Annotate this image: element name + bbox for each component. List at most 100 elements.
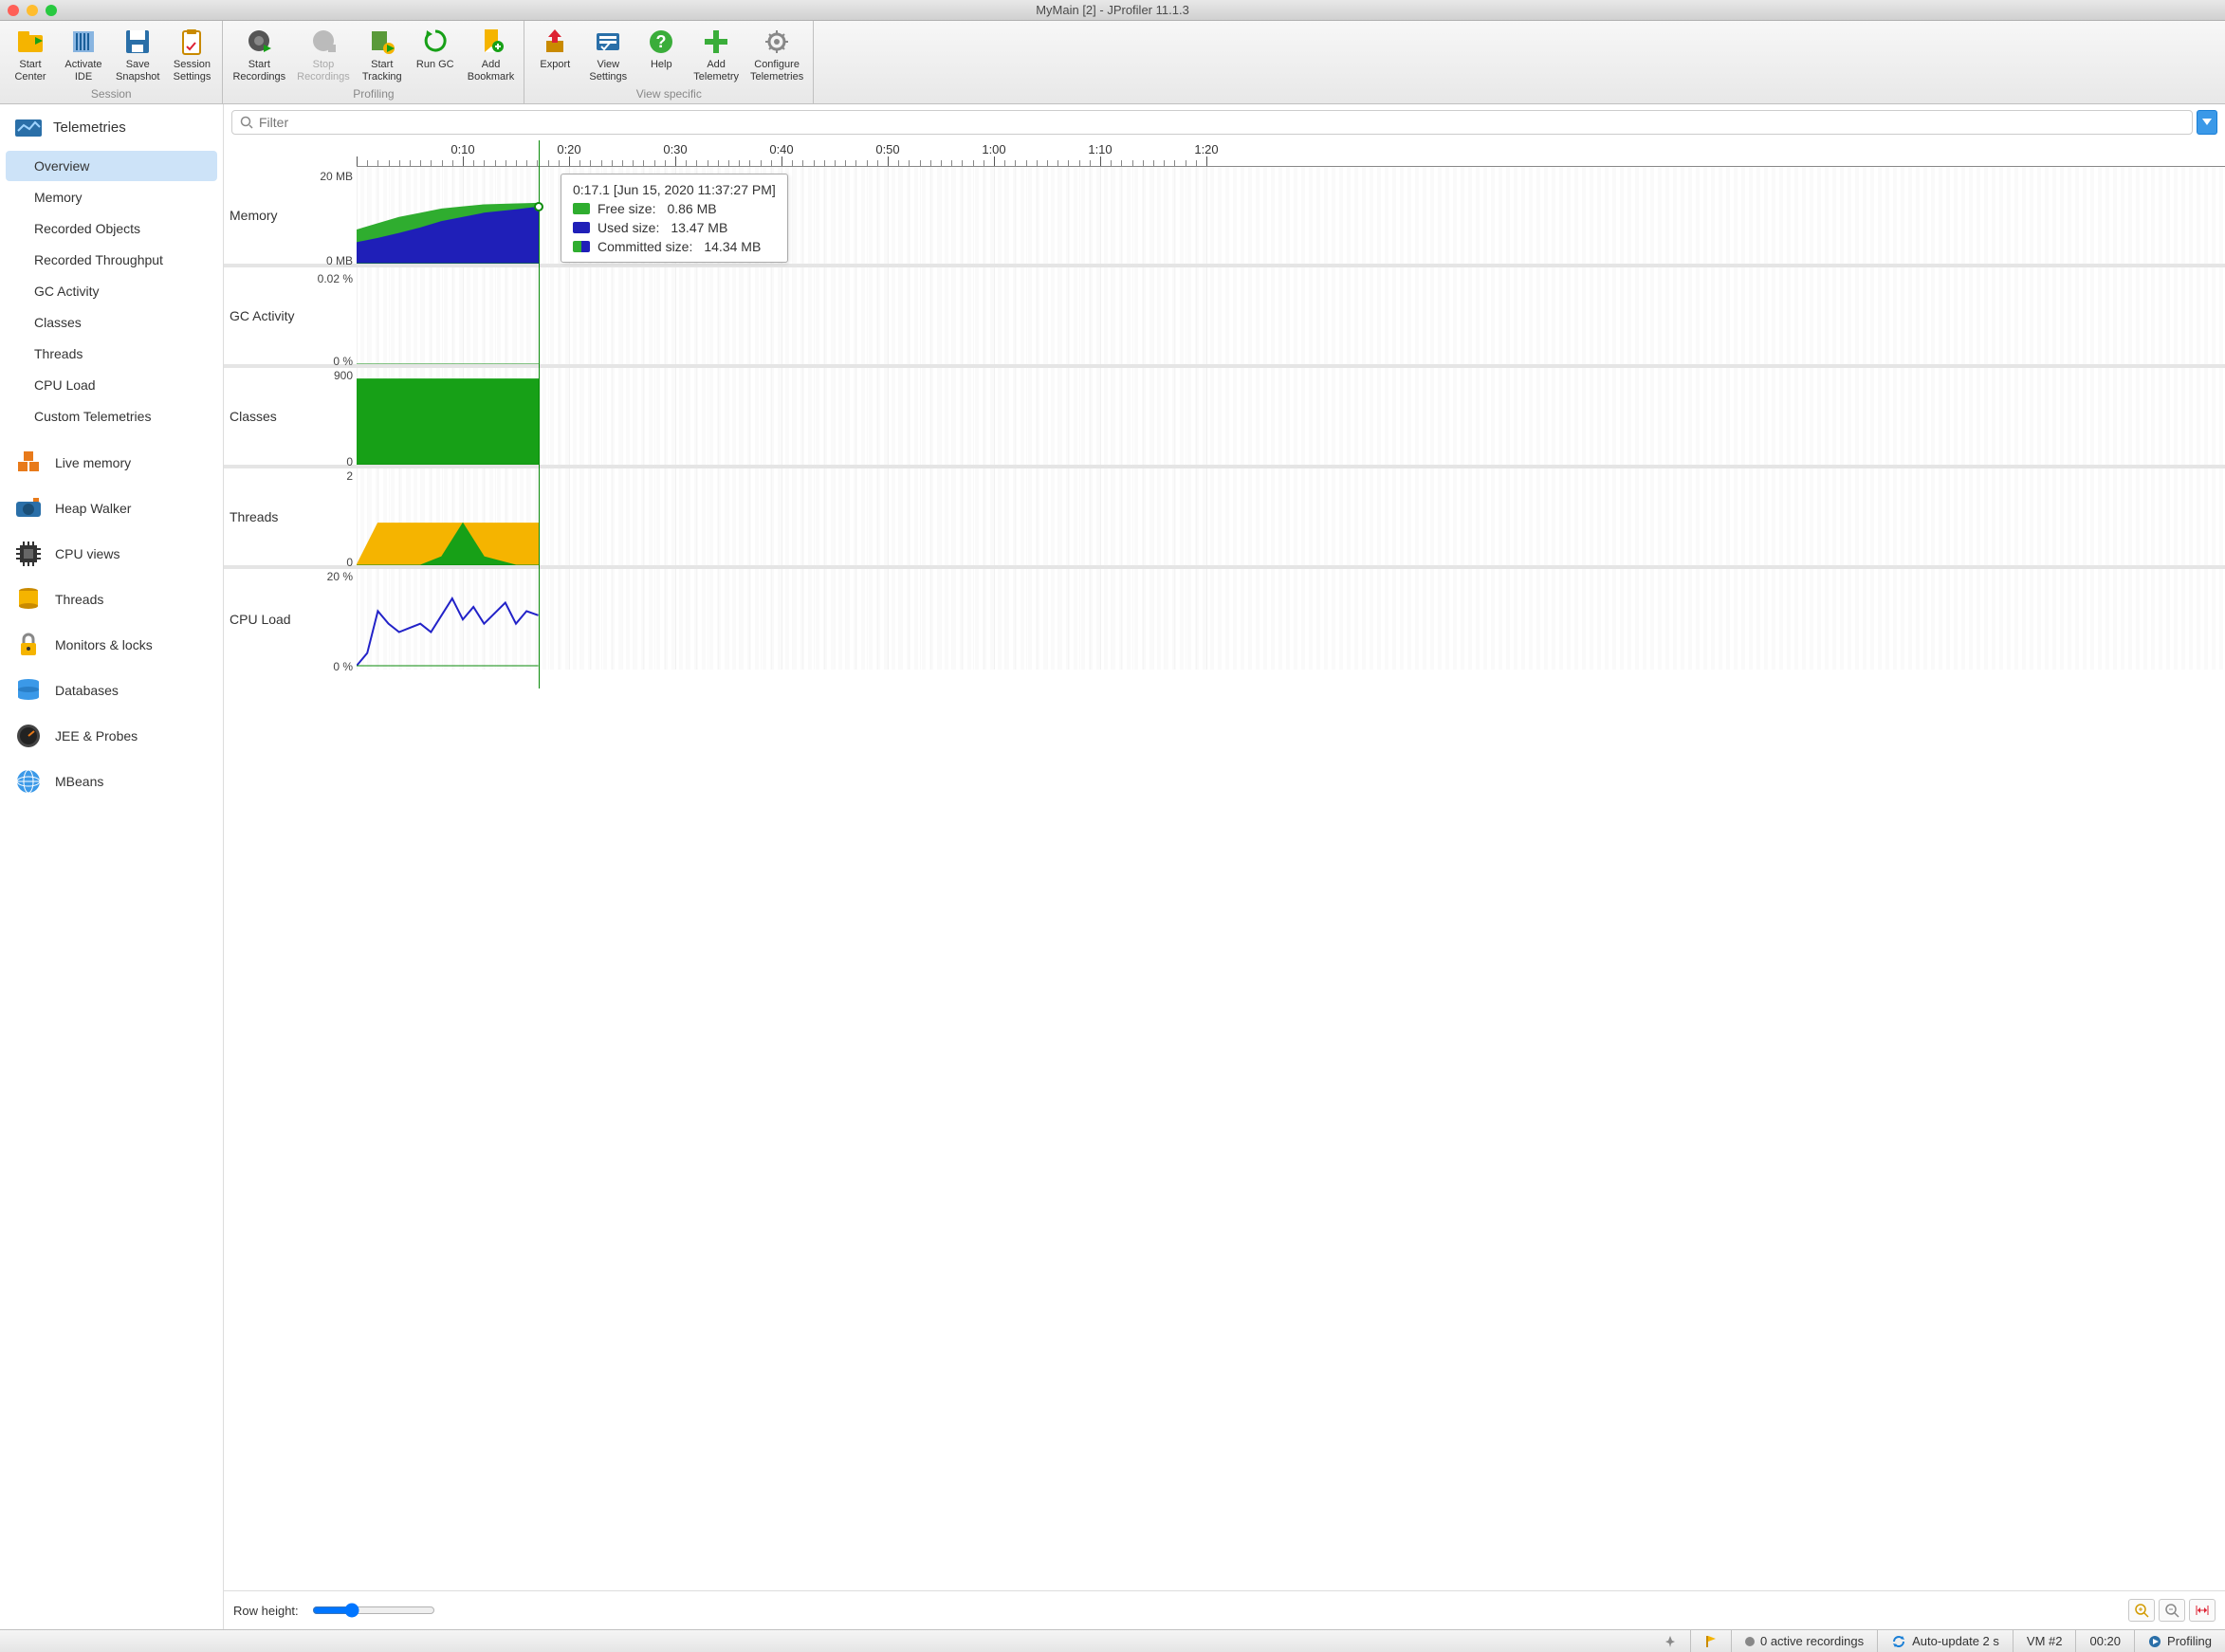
nav-databases[interactable]: Databases — [0, 668, 223, 713]
status-flag[interactable] — [1690, 1630, 1731, 1652]
time-tick: 0:40 — [769, 142, 793, 156]
chart-area[interactable] — [357, 468, 2225, 565]
chart-row-gc-activity[interactable]: GC Activity0.02 %0 % — [224, 267, 2225, 368]
window-title: MyMain [2] - JProfiler 11.1.3 — [0, 3, 2225, 17]
time-cursor — [539, 140, 540, 688]
fit-width-button[interactable] — [2189, 1599, 2216, 1622]
chart-label: CPU Load20 %0 % — [224, 569, 357, 670]
spool-icon — [13, 586, 44, 613]
legend-swatch — [573, 222, 590, 233]
status-state: Profiling — [2134, 1630, 2225, 1652]
sidebar-item-classes[interactable]: Classes — [6, 307, 217, 338]
time-tick: 0:50 — [875, 142, 899, 156]
nav-jee-probes[interactable]: JEE & Probes — [0, 713, 223, 759]
start-recordings-button[interactable]: Start Recordings — [227, 25, 291, 85]
add-bookmark-button[interactable]: Add Bookmark — [462, 25, 521, 85]
folder-icon — [15, 27, 46, 57]
add-telemetry-button[interactable]: Add Telemetry — [688, 25, 745, 85]
sidebar-item-cpu-load[interactable]: CPU Load — [6, 370, 217, 400]
activate-ide-button[interactable]: Activate IDE — [57, 25, 110, 85]
telemetries-icon — [13, 114, 44, 140]
status-recordings[interactable]: 0 active recordings — [1731, 1630, 1877, 1652]
toolbar-group-label: View specific — [524, 85, 813, 103]
filter-input[interactable] — [259, 115, 2184, 130]
time-tick: 0:30 — [663, 142, 687, 156]
cursor-marker — [534, 202, 543, 211]
nav-mbeans[interactable]: MBeans — [0, 759, 223, 804]
cubes-icon — [13, 450, 44, 476]
nav-threads[interactable]: Threads — [0, 577, 223, 622]
time-tick: 0:20 — [557, 142, 580, 156]
toolbar-group-label: Session — [0, 85, 222, 103]
sidebar-item-recorded-throughput[interactable]: Recorded Throughput — [6, 245, 217, 275]
sidebar-item-memory[interactable]: Memory — [6, 182, 217, 212]
chart-label: Classes9000 — [224, 368, 357, 465]
nav-cpu-views[interactable]: CPU views — [0, 531, 223, 577]
chart-area[interactable] — [357, 368, 2225, 465]
status-pin[interactable] — [1650, 1630, 1690, 1652]
save-snapshot-button[interactable]: Save Snapshot — [110, 25, 165, 85]
legend-swatch — [573, 203, 590, 214]
export-button[interactable]: Export — [528, 25, 581, 85]
gauge-icon — [13, 723, 44, 749]
sidebar: JProfiler Telemetries OverviewMemoryReco… — [0, 104, 224, 1629]
row-height-slider[interactable] — [312, 1603, 435, 1618]
row-height-label: Row height: — [233, 1604, 299, 1618]
view-settings-button[interactable]: View Settings — [581, 25, 634, 85]
content-area: 0:100:200:300:400:501:001:101:20 Memory2… — [224, 104, 2225, 1629]
lock-icon — [13, 632, 44, 658]
stop-recordings-button: Stop Recordings — [291, 25, 356, 85]
zoom-in-button[interactable] — [2128, 1599, 2155, 1622]
help-icon: ? — [646, 27, 676, 57]
nav-live-memory[interactable]: Live memory — [0, 440, 223, 486]
chart-row-classes[interactable]: Classes9000 — [224, 368, 2225, 468]
run-gc-button[interactable]: Run GC — [409, 25, 462, 85]
chart-row-memory[interactable]: Memory20 MB0 MB — [224, 167, 2225, 267]
sidebar-item-recorded-objects[interactable]: Recorded Objects — [6, 213, 217, 244]
vsettings-icon — [593, 27, 623, 57]
gc-icon — [420, 27, 451, 57]
svg-text:?: ? — [656, 32, 667, 51]
filter-dropdown-button[interactable] — [2197, 110, 2217, 135]
zoom-out-button[interactable] — [2159, 1599, 2185, 1622]
sidebar-item-overview[interactable]: Overview — [6, 151, 217, 181]
sidebar-item-gc-activity[interactable]: GC Activity — [6, 276, 217, 306]
chart-row-threads[interactable]: Threads20 — [224, 468, 2225, 569]
sidebar-item-custom-telemetries[interactable]: Custom Telemetries — [6, 401, 217, 431]
charts-panel: 0:100:200:300:400:501:001:101:20 Memory2… — [224, 140, 2225, 1590]
time-tick: 1:20 — [1194, 142, 1218, 156]
toolbar-group-label: Profiling — [223, 85, 524, 103]
chart-area[interactable] — [357, 569, 2225, 670]
clipboard-icon — [176, 27, 207, 57]
rec-icon — [244, 27, 274, 57]
filter-box[interactable] — [231, 110, 2193, 135]
stop-icon — [308, 27, 339, 57]
time-axis: 0:100:200:300:400:501:001:101:20 — [357, 140, 2225, 167]
status-vm: VM #2 — [2013, 1630, 2076, 1652]
time-tick: 1:10 — [1088, 142, 1112, 156]
sidebar-item-threads[interactable]: Threads — [6, 339, 217, 369]
nav-heap-walker[interactable]: Heap Walker — [0, 486, 223, 531]
nav-monitors-locks[interactable]: Monitors & locks — [0, 622, 223, 668]
search-icon — [240, 116, 253, 129]
sidebar-header-label: Telemetries — [53, 119, 126, 136]
export-icon — [540, 27, 570, 57]
camera-icon — [13, 495, 44, 522]
toolbar: Start CenterActivate IDESave SnapshotSes… — [0, 21, 2225, 104]
watermark: JProfiler — [0, 1475, 4, 1620]
globe-icon — [13, 768, 44, 795]
session-settings-button[interactable]: Session Settings — [165, 25, 218, 85]
track-icon — [367, 27, 397, 57]
help-button[interactable]: ?Help — [634, 25, 688, 85]
time-tick: 0:10 — [451, 142, 474, 156]
status-autoupdate[interactable]: Auto-update 2 s — [1877, 1630, 2013, 1652]
chart-area[interactable] — [357, 267, 2225, 364]
chart-row-cpu-load[interactable]: CPU Load20 %0 % — [224, 569, 2225, 670]
legend-swatch — [573, 241, 590, 252]
start-center-button[interactable]: Start Center — [4, 25, 57, 85]
configure-telemetries-button[interactable]: Configure Telemetries — [745, 25, 809, 85]
start-tracking-button[interactable]: Start Tracking — [356, 25, 409, 85]
db-icon — [13, 677, 44, 704]
row-height-bar: Row height: — [224, 1590, 2225, 1629]
sidebar-header-telemetries[interactable]: Telemetries — [0, 104, 223, 150]
